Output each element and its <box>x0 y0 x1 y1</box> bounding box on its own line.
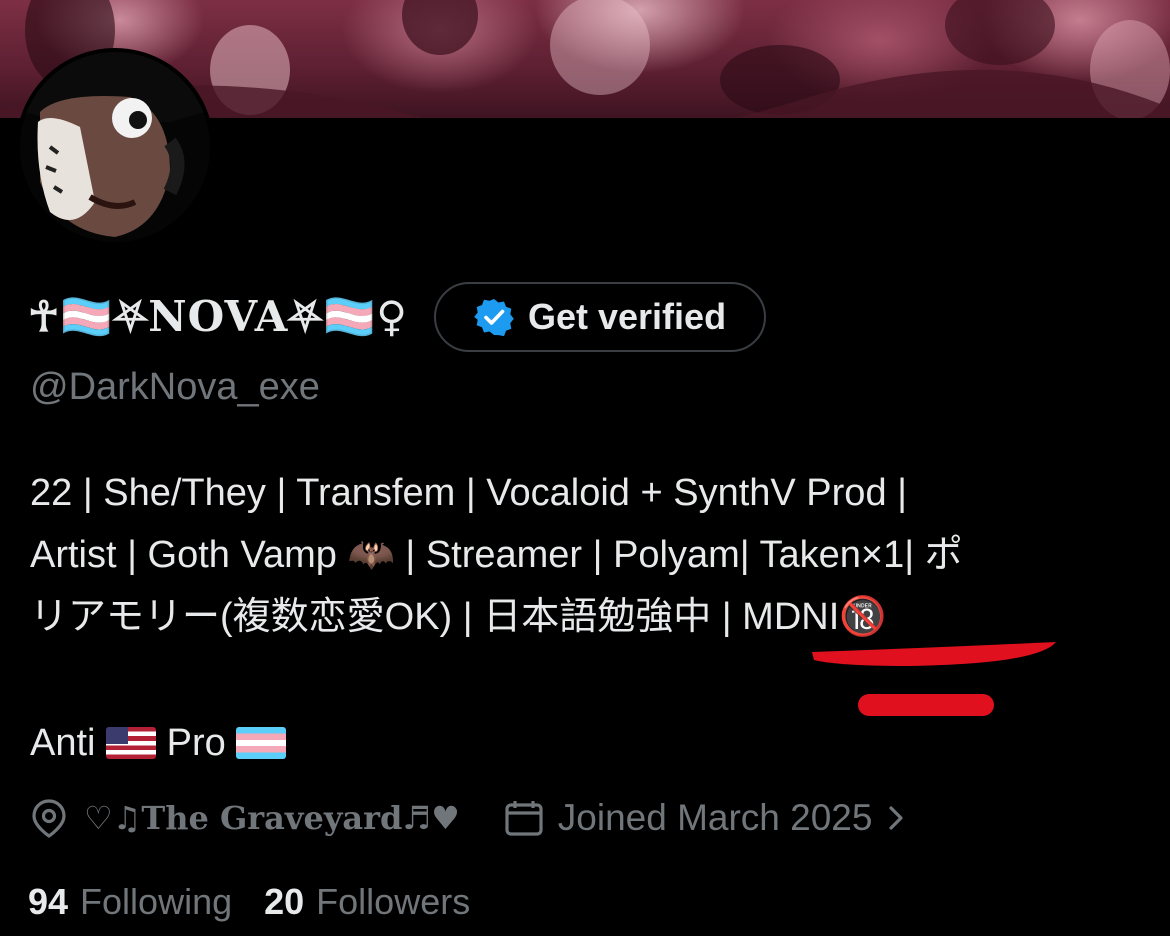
profile-meta-row: ♡♫The Graveyard♬♥ Joined March 2025 <box>30 790 904 846</box>
bio-text: リアモリー(複数恋愛OK) | 日本語勉強中 | MDNI <box>30 596 840 638</box>
chevron-right-icon <box>889 806 904 830</box>
following-count: 94 <box>28 881 69 922</box>
following-label: Following <box>80 881 233 922</box>
bat-emoji: 🦇 <box>347 534 395 576</box>
us-flag-icon <box>106 727 157 759</box>
joined-text: Joined March 2025 <box>557 797 873 838</box>
bio-text: | Streamer | Polyam| Taken×1| ポ <box>394 534 963 576</box>
avatar-art <box>20 52 210 242</box>
get-verified-button[interactable]: Get verified <box>433 282 767 352</box>
red-annotation-stroke <box>858 694 994 716</box>
followers-label: Followers <box>316 881 471 922</box>
trans-flag-icon <box>236 727 287 759</box>
location-pin-icon <box>32 799 66 838</box>
bio-line-1: 22 | She/They | Transfem | Vocaloid + Sy… <box>30 472 908 514</box>
followers-link[interactable]: 20 Followers <box>264 881 470 923</box>
profile-avatar[interactable] <box>16 48 214 246</box>
verified-badge-icon <box>474 299 514 337</box>
red-annotation-stroke <box>812 642 1056 666</box>
joined-date[interactable]: Joined March 2025 <box>504 797 905 839</box>
bio-text: Anti <box>30 722 107 764</box>
display-name-row: ☥🏳️‍⚧️⛧NOVA⛧🏳️‍⚧️♀ Get verified <box>28 282 767 352</box>
get-verified-label: Get verified <box>527 296 727 337</box>
bio-line-2: Artist | Goth Vamp 🦇 | Streamer | Polyam… <box>30 524 1150 586</box>
following-link[interactable]: 94 Following <box>28 881 232 923</box>
calendar-icon <box>505 801 543 836</box>
bio-line-4: Anti Pro <box>30 712 1150 774</box>
location-text: ♡♫The Graveyard♬♥ <box>84 799 460 837</box>
bio-text: Pro <box>156 722 237 764</box>
followers-count: 20 <box>264 881 305 922</box>
follow-stats: 94 Following 20 Followers <box>28 876 470 928</box>
display-name: ☥🏳️‍⚧️⛧NOVA⛧🏳️‍⚧️♀ <box>28 292 408 341</box>
profile-handle: @DarkNova_exe <box>30 366 320 408</box>
bio-text: Artist | Goth Vamp <box>30 534 348 576</box>
no-under-18-badge: 🔞 <box>839 596 887 638</box>
profile-bio: 22 | She/They | Transfem | Vocaloid + Sy… <box>30 462 1150 774</box>
